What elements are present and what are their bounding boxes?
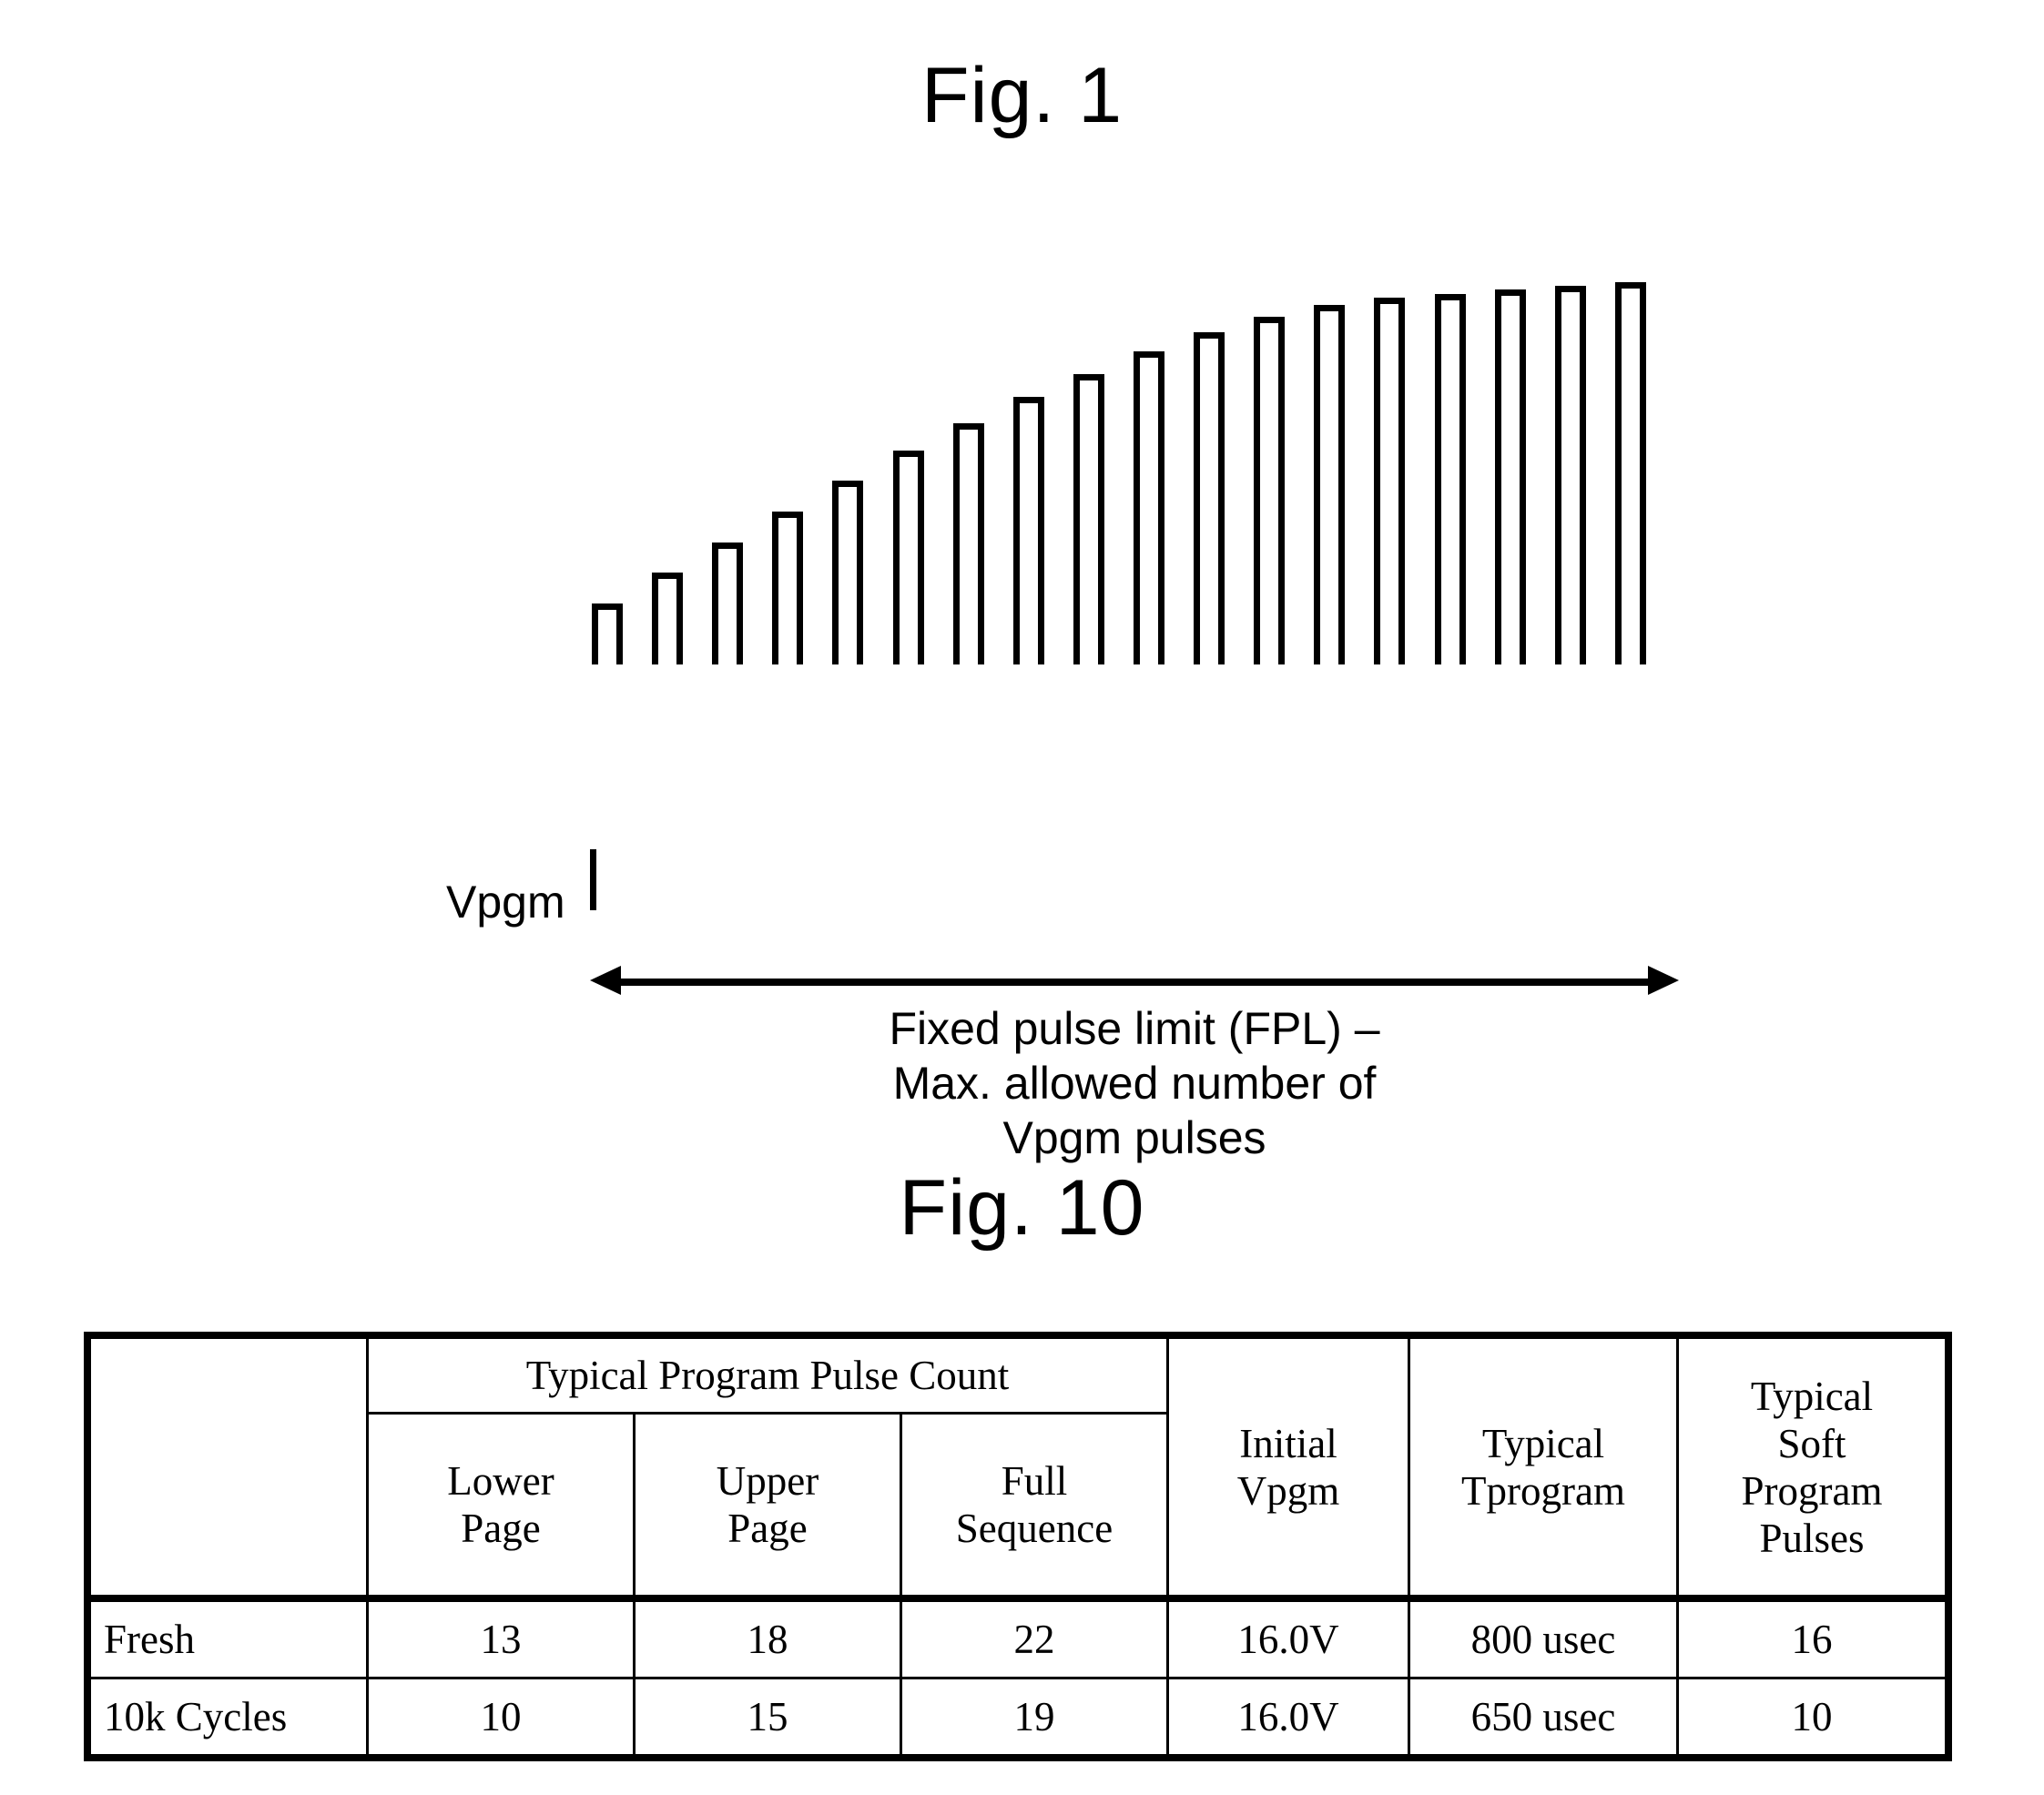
header-line: Full <box>1001 1458 1068 1504</box>
cell-upper-page: 18 <box>633 1595 902 1679</box>
cell-typical-tprogram: 800 usec <box>1408 1595 1679 1679</box>
vpgm-pulse-shape <box>652 573 684 664</box>
vpgm-pulse-train <box>592 273 1675 664</box>
vpgm-pulse <box>1073 273 1134 664</box>
header-line: Page <box>461 1506 541 1551</box>
cell-typical-soft-program-pulses: 10 <box>1676 1677 1950 1760</box>
header-line: Lower <box>447 1458 554 1504</box>
vpgm-pulse <box>832 273 892 664</box>
arrow-shaft <box>614 979 1655 986</box>
figure-1-title: Fig. 1 <box>920 52 1124 139</box>
vpgm-pulse <box>1133 273 1194 664</box>
header-cell-typical-soft-program-pulses: Typical Soft Program Pulses <box>1676 1334 1950 1600</box>
vpgm-pulse-shape <box>1614 282 1646 664</box>
vpgm-axis-label: Vpgm <box>446 877 565 928</box>
vpgm-pulse-shape <box>952 423 984 664</box>
table-row: Fresh 13 18 22 16.0V 800 usec 16 <box>86 1595 1950 1679</box>
header-cell-blank <box>86 1334 369 1600</box>
vpgm-pulse <box>1374 273 1434 664</box>
fixed-pulse-limit-arrow <box>590 966 1679 995</box>
header-cell-lower-page: Lower Page <box>366 1412 636 1600</box>
header-line: Soft <box>1777 1420 1846 1466</box>
vpgm-pulse-shape <box>1434 294 1466 664</box>
vpgm-pulse <box>1614 273 1675 664</box>
vpgm-pulse <box>892 273 953 664</box>
table-header: Typical Program Pulse Count Initial Vpgm… <box>86 1334 1950 1600</box>
header-cell-pulse-count-group: Typical Program Pulse Count <box>366 1334 1169 1415</box>
header-cell-initial-vpgm: Initial Vpgm <box>1166 1334 1410 1600</box>
vpgm-pulse <box>1434 273 1495 664</box>
header-line: Program <box>1741 1467 1883 1514</box>
vpgm-pulse-shape <box>772 512 804 664</box>
cell-full-sequence: 19 <box>900 1677 1169 1760</box>
vpgm-pulse-shape <box>1254 317 1286 664</box>
vpgm-pulse <box>1194 273 1254 664</box>
vpgm-pulse-shape <box>1374 298 1406 664</box>
caption-line-3: Vpgm pulses <box>1002 1112 1266 1163</box>
cell-row-label: Fresh <box>86 1595 369 1679</box>
cell-initial-vpgm: 16.0V <box>1166 1677 1410 1760</box>
vpgm-pulse-shape <box>1554 286 1586 664</box>
figure-1-diagram: Vpgm Fixed pulse limit (FPL) – Max. allo… <box>0 273 2044 1163</box>
vpgm-pulse <box>652 273 712 664</box>
header-line: Initial <box>1239 1420 1337 1466</box>
caption-line-1: Fixed pulse limit (FPL) – <box>889 1003 1380 1054</box>
figure-10-title: Fig. 10 <box>899 1164 1145 1252</box>
vpgm-pulse <box>592 273 652 664</box>
cell-initial-vpgm: 16.0V <box>1166 1595 1410 1679</box>
vpgm-pulse-shape <box>1314 305 1346 664</box>
vpgm-pulse-shape <box>1494 289 1526 664</box>
header-line: Tprogram <box>1461 1467 1625 1514</box>
header-cell-full-sequence: Full Sequence <box>900 1412 1169 1600</box>
vpgm-pulse-shape <box>1012 397 1044 664</box>
cell-full-sequence: 22 <box>900 1595 1169 1679</box>
header-line: Page <box>727 1506 808 1551</box>
header-line: Typical <box>1750 1373 1874 1419</box>
vpgm-pulse-shape <box>1073 374 1104 664</box>
header-line: Upper <box>716 1458 819 1504</box>
table-body: Fresh 13 18 22 16.0V 800 usec 16 10k Cyc… <box>86 1595 1950 1760</box>
table-header-group-row: Typical Program Pulse Count Initial Vpgm… <box>86 1334 1950 1600</box>
header-line: Vpgm <box>1236 1467 1340 1514</box>
vpgm-pulse <box>1494 273 1555 664</box>
header-line: Sequence <box>955 1506 1114 1551</box>
vpgm-pulse <box>1554 273 1615 664</box>
table-row: 10k Cycles 10 15 19 16.0V 650 usec 10 <box>86 1677 1950 1760</box>
arrow-head-right-icon <box>1648 966 1679 995</box>
cell-typical-soft-program-pulses: 16 <box>1676 1595 1950 1679</box>
figure-10-table-container: Typical Program Pulse Count Initial Vpgm… <box>84 1332 1952 1761</box>
header-cell-typical-tprogram: Typical Tprogram <box>1408 1334 1679 1600</box>
header-line: Pulses <box>1759 1515 1865 1561</box>
vpgm-pulse <box>712 273 772 664</box>
vpgm-pulse <box>952 273 1013 664</box>
vpgm-pulse-shape <box>1194 332 1225 664</box>
vpgm-pulse <box>1314 273 1374 664</box>
vpgm-pulse-shape <box>712 543 744 664</box>
header-cell-upper-page: Upper Page <box>633 1412 902 1600</box>
cell-row-label: 10k Cycles <box>86 1677 369 1760</box>
vpgm-pulse-shape <box>892 451 924 664</box>
vpgm-pulse-shape <box>1133 351 1164 664</box>
vpgm-pulse-shape <box>592 603 623 664</box>
cell-upper-page: 15 <box>633 1677 902 1760</box>
vpgm-pulse <box>772 273 832 664</box>
vpgm-pulse <box>1254 273 1314 664</box>
header-line: Typical <box>1481 1420 1605 1466</box>
cell-lower-page: 13 <box>366 1595 636 1679</box>
cell-typical-tprogram: 650 usec <box>1408 1677 1679 1760</box>
pulse-train-leading-edge <box>590 849 596 910</box>
caption-line-2: Max. allowed number of <box>892 1058 1377 1109</box>
cell-lower-page: 10 <box>366 1677 636 1760</box>
vpgm-pulse-shape <box>832 481 864 664</box>
program-spec-table: Typical Program Pulse Count Initial Vpgm… <box>84 1332 1952 1761</box>
fixed-pulse-limit-caption: Fixed pulse limit (FPL) – Max. allowed n… <box>590 1001 1679 1165</box>
vpgm-pulse <box>1012 273 1073 664</box>
